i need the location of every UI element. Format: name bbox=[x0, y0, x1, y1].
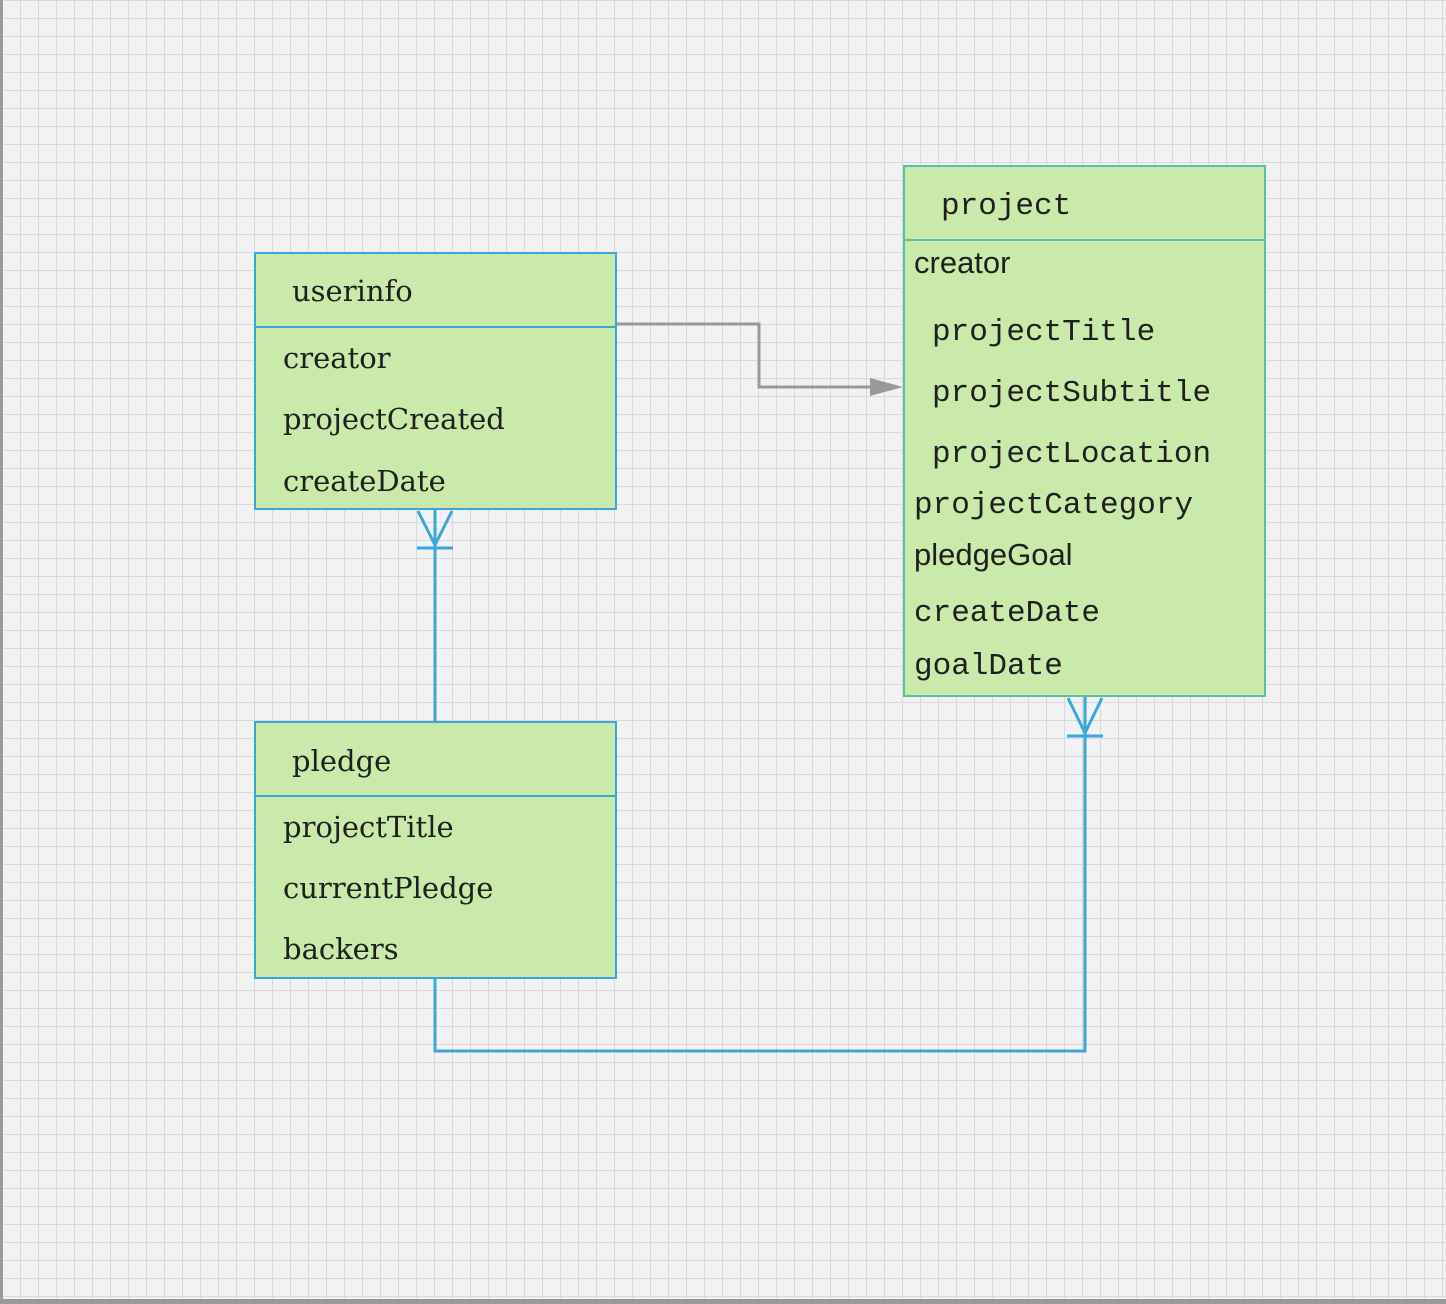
field-project-category: projectCategory bbox=[914, 488, 1194, 523]
userinfo-to-project-connector[interactable] bbox=[616, 322, 872, 389]
entity-header: project bbox=[905, 167, 1264, 241]
field-project-location: projectLocation bbox=[932, 437, 1212, 472]
field-pledge-goal: pledgeGoal bbox=[914, 537, 1073, 572]
field-project-title: projectTitle bbox=[283, 810, 454, 844]
field-create-date: createDate bbox=[283, 464, 446, 498]
field-creator: creator bbox=[283, 341, 391, 375]
field-goal-date: goalDate bbox=[914, 649, 1063, 684]
arrowhead-icon bbox=[870, 378, 903, 396]
entity-project[interactable]: project creator projectTitle projectSubt… bbox=[903, 165, 1266, 697]
field-backers: backers bbox=[283, 932, 399, 966]
entity-header: pledge bbox=[256, 723, 615, 797]
field-project-created: projectCreated bbox=[283, 402, 505, 436]
field-project-title: projectTitle bbox=[932, 315, 1156, 350]
entity-title: userinfo bbox=[292, 274, 413, 308]
field-current-pledge: currentPledge bbox=[283, 871, 494, 905]
entity-pledge[interactable]: pledge projectTitle currentPledge backer… bbox=[254, 721, 617, 979]
field-create-date: createDate bbox=[914, 596, 1101, 631]
field-project-subtitle: projectSubtitle bbox=[932, 376, 1212, 411]
entity-userinfo[interactable]: userinfo creator projectCreated createDa… bbox=[254, 252, 617, 510]
entity-header: userinfo bbox=[256, 254, 615, 328]
entity-title: project bbox=[941, 189, 1072, 224]
entity-title: pledge bbox=[292, 744, 392, 778]
field-creator: creator bbox=[914, 245, 1011, 280]
